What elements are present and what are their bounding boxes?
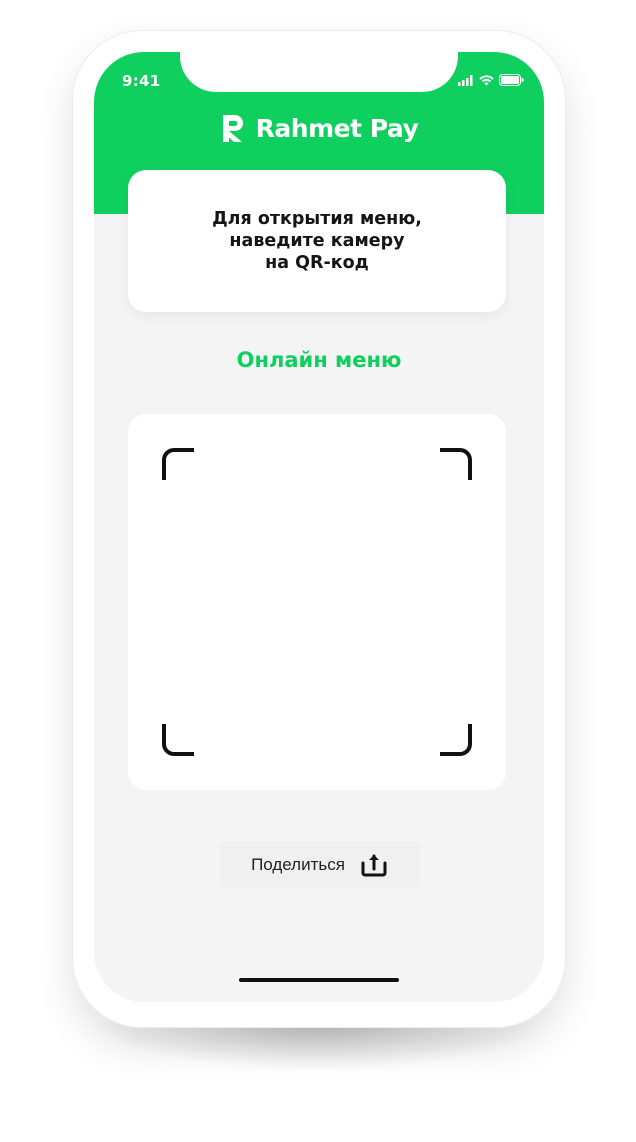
- instruction-text: Для открытия меню, наведите камеру на QR…: [212, 209, 422, 273]
- scan-frame-corner-top-left: [162, 448, 194, 480]
- signal-icon: [458, 74, 473, 86]
- wifi-icon: [479, 74, 494, 85]
- phone-frame: 9:41 Rahmet Pay Для открытия меню, навед…: [72, 30, 566, 1028]
- phone-notch: [180, 52, 458, 92]
- app-logo: Rahmet Pay: [94, 112, 544, 144]
- logo-text: Rahmet Pay: [255, 113, 419, 143]
- share-label: Поделиться: [251, 855, 345, 874]
- home-indicator: [239, 978, 399, 982]
- status-icons: [458, 74, 524, 86]
- instruction-card: Для открытия меню, наведите камеру на QR…: [128, 170, 506, 312]
- rahmet-logo-icon: [222, 115, 243, 142]
- share-button[interactable]: Поделиться: [220, 842, 420, 888]
- online-menu-title: Онлайн меню: [236, 348, 402, 372]
- battery-icon: [499, 74, 524, 86]
- scan-frame-corner-bottom-right: [440, 724, 472, 756]
- app-screen: 9:41 Rahmet Pay Для открытия меню, навед…: [94, 52, 544, 1002]
- scan-frame-corner-bottom-left: [162, 724, 194, 756]
- scan-frame-corner-top-right: [440, 448, 472, 480]
- status-time: 9:41: [122, 72, 161, 90]
- share-icon: [361, 854, 387, 877]
- qr-scan-area: [128, 414, 506, 790]
